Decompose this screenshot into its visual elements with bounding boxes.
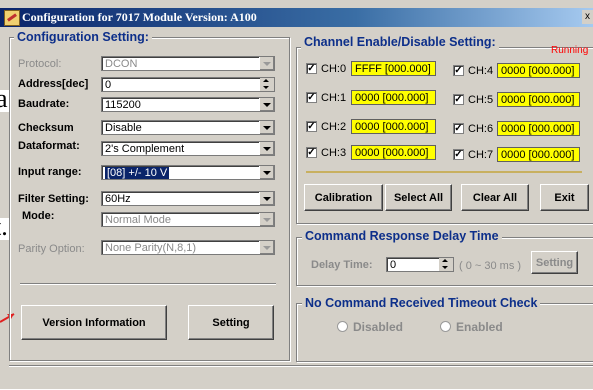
dataformat-select[interactable]: 2's Complement [101, 141, 275, 156]
chevron-down-icon [259, 166, 274, 179]
ch7-label: CH:7 [468, 149, 494, 161]
ch3-checkbox[interactable]: ✓ [306, 147, 317, 158]
ch4-value: 0000 [000.000] [497, 63, 580, 78]
close-icon[interactable]: x [582, 10, 593, 24]
delay-group-label: Command Response Delay Time [302, 229, 502, 243]
ch3-label: CH:3 [321, 147, 347, 159]
parity-value: None Parity(N,8,1) [105, 242, 197, 254]
input-range-select[interactable]: [08] +/- 10 V [101, 165, 275, 180]
exit-button[interactable]: Exit [540, 184, 589, 211]
ch7-value: 0000 [000.000] [497, 147, 580, 162]
mode-label: Mode: [22, 210, 55, 222]
chevron-down-icon [259, 57, 274, 70]
delay-range: ( 0 ~ 30 ms ) [459, 260, 522, 272]
delay-value: 0 [390, 259, 397, 271]
enabled-radio[interactable] [440, 321, 451, 332]
enabled-label: Enabled [456, 320, 503, 334]
ch0-label: CH:0 [321, 63, 347, 75]
ch4-label: CH:4 [468, 65, 494, 77]
disabled-radio[interactable] [337, 321, 348, 332]
timeout-group-label: No Command Received Timeout Check [302, 296, 541, 310]
running-status: Running [551, 45, 589, 56]
address-value: 0 [105, 79, 112, 91]
chevron-down-icon [259, 121, 274, 134]
input-range-value: [08] +/- 10 V [105, 167, 170, 179]
spin-icon[interactable] [439, 258, 453, 271]
checksum-value: Disable [105, 122, 142, 134]
baudrate-select[interactable]: 115200 [101, 97, 275, 112]
delay-setting-button[interactable]: Setting [531, 251, 578, 274]
ch2-checkbox[interactable]: ✓ [306, 121, 317, 132]
ch5-label: CH:5 [468, 94, 494, 106]
mode-select[interactable]: Normal Mode [101, 212, 275, 227]
select-all-button[interactable]: Select All [385, 184, 452, 211]
address-label: Address[dec] [18, 78, 89, 90]
ch6-label: CH:6 [468, 123, 494, 135]
config-group-label: Configuration Setting: [14, 30, 152, 44]
checksum-select[interactable]: Disable [101, 120, 275, 135]
baudrate-value: 115200 [105, 99, 141, 111]
background-letter: t. [0, 212, 8, 241]
ch2-label: CH:2 [321, 121, 347, 133]
ch5-value: 0000 [000.000] [497, 92, 580, 107]
config-window: Configuration for 7017 Module Version: A… [0, 0, 593, 389]
ch7-checkbox[interactable]: ✓ [453, 149, 464, 160]
chevron-down-icon [259, 241, 274, 254]
baudrate-label: Baudrate: [18, 98, 70, 110]
chevron-down-icon [259, 142, 274, 155]
window-title: Configuration for 7017 Module Version: A… [22, 10, 257, 24]
ch3-value: 0000 [000.000] [351, 145, 436, 160]
spin-icon[interactable] [260, 78, 274, 91]
filter-value: 60Hz [105, 193, 131, 205]
chevron-down-icon [259, 98, 274, 111]
address-input[interactable]: 0 [101, 77, 275, 92]
disabled-label: Disabled [353, 320, 404, 334]
status-bar [9, 365, 593, 390]
setting-button[interactable]: Setting [188, 305, 274, 340]
filter-label: Filter Setting: [18, 193, 89, 205]
parity-select[interactable]: None Parity(N,8,1) [101, 240, 275, 255]
chevron-down-icon [259, 192, 274, 205]
input-range-label: Input range: [18, 166, 82, 178]
ch4-checkbox[interactable]: ✓ [453, 65, 464, 76]
ch2-value: 0000 [000.000] [351, 119, 436, 134]
clear-all-button[interactable]: Clear All [461, 184, 529, 211]
app-icon [4, 10, 20, 26]
channel-separator [306, 171, 582, 173]
ch1-checkbox[interactable]: ✓ [306, 92, 317, 103]
protocol-select[interactable]: DCON [101, 56, 275, 71]
ch5-checkbox[interactable]: ✓ [453, 94, 464, 105]
ch1-label: CH:1 [321, 92, 347, 104]
ch6-value: 0000 [000.000] [497, 121, 580, 136]
mode-value: Normal Mode [105, 214, 172, 226]
dataformat-label: Dataformat: [18, 140, 80, 152]
parity-label: Parity Option: [18, 243, 85, 255]
ch0-checkbox[interactable]: ✓ [306, 63, 317, 74]
ch1-value: 0000 [000.000] [351, 90, 436, 105]
protocol-value: DCON [105, 58, 138, 70]
checksum-label: Checksum [18, 122, 74, 134]
ch0-value: FFFF [000.000] [351, 61, 436, 76]
timeout-group [296, 303, 593, 362]
calibration-button[interactable]: Calibration [304, 184, 383, 211]
delay-label: Delay Time: [311, 259, 373, 271]
filter-select[interactable]: 60Hz [101, 191, 275, 206]
delay-input[interactable]: 0 [386, 257, 454, 272]
protocol-label: Protocol: [18, 58, 62, 70]
channel-group-label: Channel Enable/Disable Setting: [301, 35, 499, 49]
config-divider [20, 283, 276, 285]
ch6-checkbox[interactable]: ✓ [453, 123, 464, 134]
version-information-button[interactable]: Version Information [21, 305, 167, 340]
chevron-down-icon [259, 213, 274, 226]
background-letter: a [0, 84, 8, 113]
dataformat-value: 2's Complement [105, 143, 185, 155]
